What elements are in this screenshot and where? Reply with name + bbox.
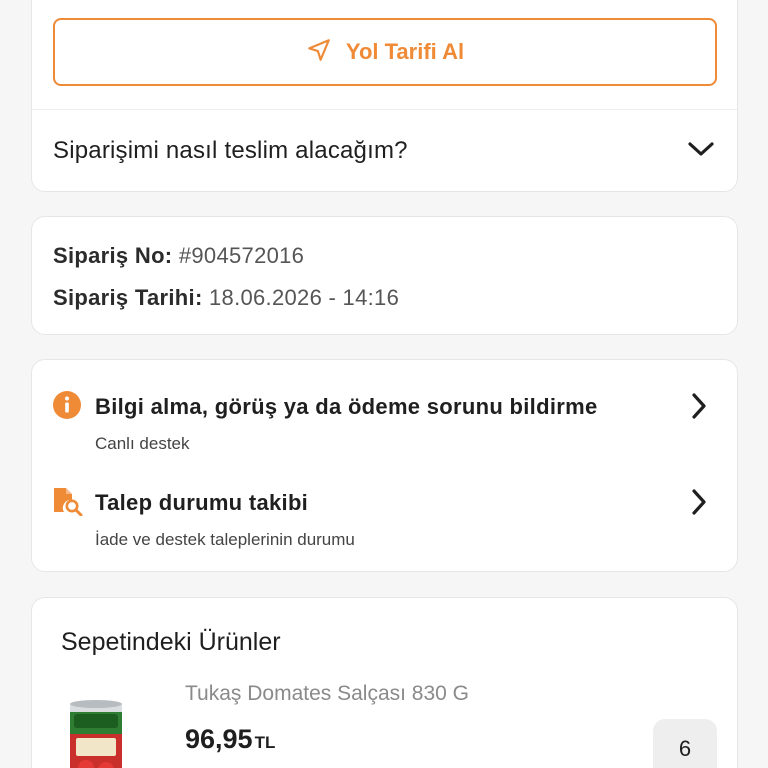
navigation-arrow-icon [306, 37, 332, 68]
chevron-right-icon [689, 488, 709, 516]
store-directions-card: Yol Tarifi Al Siparişimi nasıl teslim al… [31, 0, 738, 192]
product-price-currency: TL [254, 733, 276, 752]
product-name[interactable]: Tukaş Domates Salçası 830 G [185, 682, 469, 706]
cart-section-title: Sepetindeki Ürünler [61, 628, 281, 656]
get-directions-label: Yol Tarifi Al [345, 39, 465, 64]
order-date-value: 18.06.2026 - 14:16 [209, 285, 400, 310]
support-card: Bilgi alma, görüş ya da ödeme sorunu bil… [31, 359, 738, 572]
delivery-info-accordion[interactable]: Siparişimi nasıl teslim alacağım? [32, 110, 737, 192]
get-directions-button[interactable]: Yol Tarifi Al [53, 18, 717, 86]
support-item-subtitle: İade ve destek taleplerinin durumu [95, 530, 355, 549]
support-item-request-tracking[interactable]: Talep durumu takibi İade ve destek talep… [32, 456, 737, 552]
order-number-label: Sipariş No: [53, 243, 173, 268]
chevron-down-icon [687, 139, 715, 164]
product-quantity[interactable]: 6 [653, 719, 717, 768]
order-date-label: Sipariş Tarihi: [53, 285, 203, 310]
document-search-icon [52, 486, 83, 517]
order-number-value: #904572016 [178, 243, 305, 268]
chevron-right-icon [689, 392, 709, 420]
order-info-card: Sipariş No: #904572016 Sipariş Tarihi: 1… [31, 216, 738, 335]
delivery-question: Siparişimi nasıl teslim alacağım? [53, 137, 408, 164]
support-item-title: Talep durumu takibi [95, 490, 309, 515]
tomato-paste-can-image[interactable] [52, 694, 140, 768]
support-item-title: Bilgi alma, görüş ya da ödeme sorunu bil… [95, 394, 598, 419]
order-date-row: Sipariş Tarihi: 18.06.2026 - 14:16 [53, 285, 399, 311]
product-quantity-value: 6 [678, 736, 692, 761]
product-price: 96,95 TL [185, 724, 275, 755]
order-number-row: Sipariş No: #904572016 [53, 243, 304, 269]
product-price-amount: 96,95 [185, 724, 253, 754]
info-circle-icon [52, 390, 82, 420]
cart-products-card: Sepetindeki Ürünler Tukaş Domates Salças… [31, 597, 738, 768]
support-item-subtitle: Canlı destek [95, 434, 190, 453]
support-item-live-help[interactable]: Bilgi alma, görüş ya da ödeme sorunu bil… [32, 360, 737, 456]
